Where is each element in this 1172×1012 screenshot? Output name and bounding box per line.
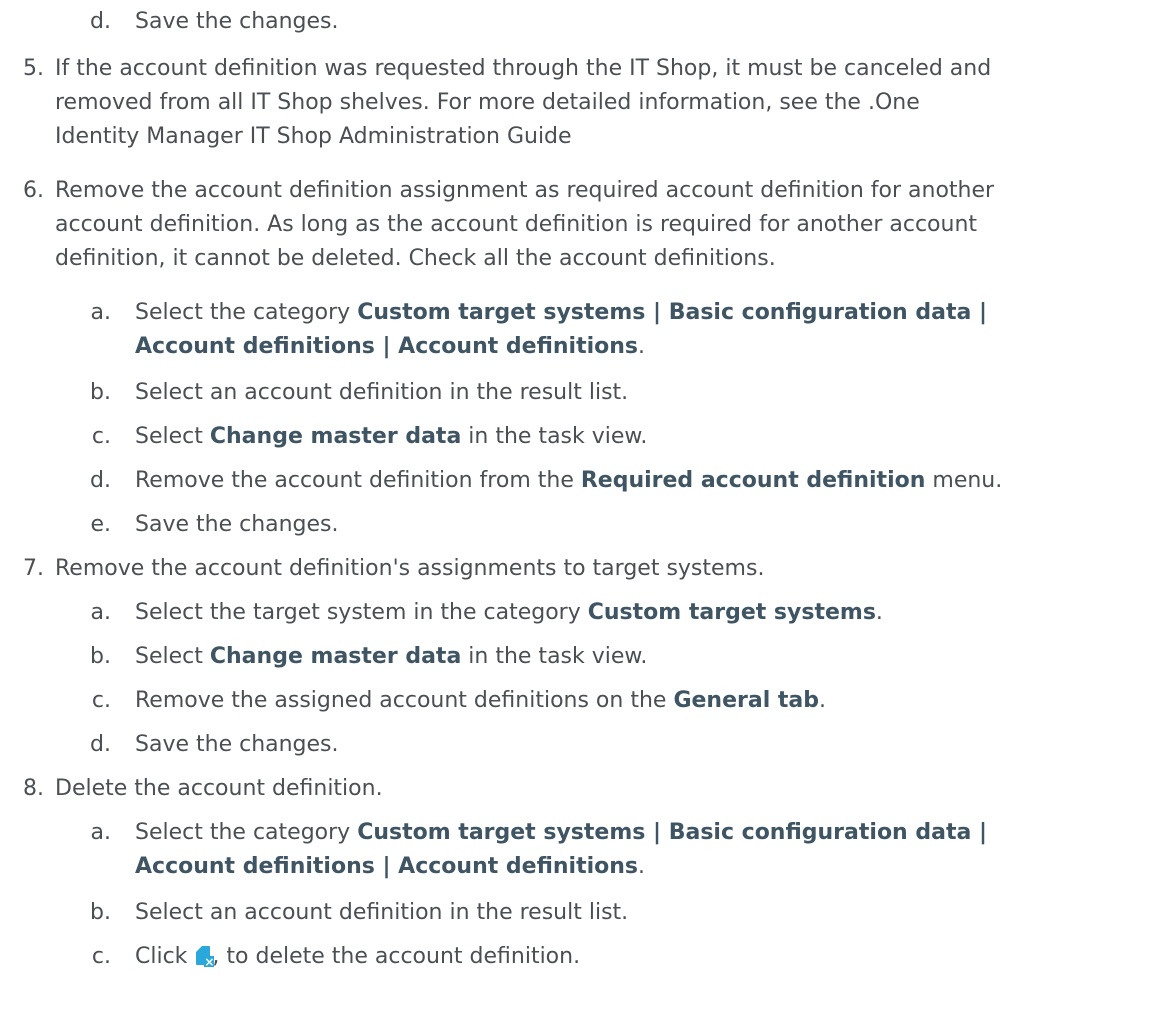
list-marker: 6. <box>23 178 44 203</box>
list-marker: 8. <box>23 776 44 801</box>
list-marker: 5. <box>23 56 44 81</box>
category-path: Custom target systems | Basic configurat… <box>357 300 988 325</box>
list-marker: a. <box>90 300 111 325</box>
list-marker: 7. <box>23 556 44 581</box>
list-marker: e. <box>90 512 111 537</box>
category-path: Account definitions | Account definition… <box>135 334 639 359</box>
list-marker: d. <box>90 468 111 493</box>
substep-text: Select an account definition in the resu… <box>135 380 629 405</box>
substep-text: Save the changes. <box>135 732 339 757</box>
substep-text: Remove the account definition from the <box>135 468 581 493</box>
delete-document-icon[interactable]: × <box>196 946 214 968</box>
list-marker: a. <box>90 600 111 625</box>
step-text-line: Delete the account definition. <box>55 776 383 801</box>
step-text-line: removed from all IT Shop shelves. For mo… <box>55 90 920 115</box>
list-marker: b. <box>90 900 111 925</box>
substep-text: Click <box>135 944 195 969</box>
step-text-line: Remove the account definition assignment… <box>55 178 995 203</box>
list-marker: c. <box>91 688 111 713</box>
category-path: Custom target systems | Basic configurat… <box>357 820 988 845</box>
substep-text: Save the changes. <box>135 9 339 34</box>
substep-text: menu. <box>925 468 1003 493</box>
menu-name: Required account definition <box>580 468 926 493</box>
category-path: Account definitions | Account definition… <box>135 854 639 879</box>
substep-text: Save the changes. <box>135 512 339 537</box>
punctuation: . <box>638 334 646 359</box>
substep-text: , to delete the account definition. <box>212 944 581 969</box>
task-name: Change master data <box>209 424 462 449</box>
list-marker: d. <box>90 9 111 34</box>
substep-text: Remove the assigned account definitions … <box>135 688 674 713</box>
substep-text: Select the category <box>135 820 358 845</box>
step-text-line: If the account definition was requested … <box>55 56 992 81</box>
substep-text: Select the category <box>135 300 358 325</box>
substep-text: Select the target system in the category <box>135 600 588 625</box>
list-marker: a. <box>90 820 111 845</box>
step-text-line: account definition. As long as the accou… <box>55 212 978 237</box>
list-marker: b. <box>90 644 111 669</box>
substep-text: Select <box>135 644 210 669</box>
substep-text: Select <box>135 424 210 449</box>
punctuation: . <box>875 600 883 625</box>
list-marker: b. <box>90 380 111 405</box>
substep-text: in the task view. <box>461 644 648 669</box>
tab-name: General tab <box>673 688 820 713</box>
step-text-line: definition, it cannot be deleted. Check … <box>55 246 776 271</box>
list-marker: d. <box>90 732 111 757</box>
step-text-line: Remove the account definition's assignme… <box>55 556 765 581</box>
task-name: Change master data <box>209 644 462 669</box>
step-text-line: Identity Manager IT Shop Administration … <box>55 124 572 149</box>
list-marker: c. <box>91 424 111 449</box>
category-name: Custom target systems <box>587 600 876 625</box>
list-marker: c. <box>91 944 111 969</box>
punctuation: . <box>819 688 827 713</box>
substep-text: Select an account definition in the resu… <box>135 900 629 925</box>
substep-text: in the task view. <box>461 424 648 449</box>
punctuation: . <box>638 854 646 879</box>
